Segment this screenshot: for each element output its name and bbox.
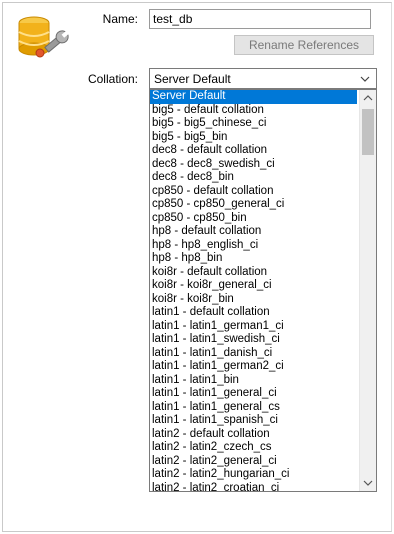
scrollbar-thumb[interactable] bbox=[362, 109, 374, 155]
collation-option[interactable]: latin2 - latin2_czech_cs bbox=[150, 441, 357, 455]
collation-option[interactable]: big5 - default collation bbox=[150, 104, 357, 118]
chevron-up-icon[interactable] bbox=[363, 94, 373, 102]
collation-option[interactable]: latin1 - latin1_general_cs bbox=[150, 401, 357, 415]
collation-option[interactable]: dec8 - dec8_bin bbox=[150, 171, 357, 185]
name-label: Name: bbox=[102, 12, 138, 26]
collation-option[interactable]: dec8 - dec8_swedish_ci bbox=[150, 158, 357, 172]
collation-option[interactable]: latin2 - latin2_croatian_ci bbox=[150, 482, 357, 492]
collation-option[interactable]: koi8r - default collation bbox=[150, 266, 357, 280]
rename-references-button[interactable]: Rename References bbox=[234, 35, 374, 55]
collation-option[interactable]: latin1 - default collation bbox=[150, 306, 357, 320]
collation-option[interactable]: latin1 - latin1_swedish_ci bbox=[150, 333, 357, 347]
collation-dropdown-list[interactable]: Server Default big5 - default collation bi… bbox=[149, 89, 377, 492]
collation-option[interactable]: latin1 - latin1_general_ci bbox=[150, 387, 357, 401]
collation-label: Collation: bbox=[87, 72, 138, 86]
collation-option[interactable]: cp850 - cp850_general_ci bbox=[150, 198, 357, 212]
collation-options: Server Default big5 - default collation bi… bbox=[150, 90, 357, 492]
collation-option[interactable]: koi8r - koi8r_bin bbox=[150, 293, 357, 307]
dropdown-scrollbar[interactable] bbox=[359, 90, 376, 491]
collation-option[interactable]: cp850 - cp850_bin bbox=[150, 212, 357, 226]
collation-select[interactable]: Server Default bbox=[149, 68, 377, 89]
collation-option[interactable]: latin2 - latin2_hungarian_ci bbox=[150, 468, 357, 482]
collation-option[interactable]: latin1 - latin1_german2_ci bbox=[150, 360, 357, 374]
collation-option[interactable]: latin1 - latin1_spanish_ci bbox=[150, 414, 357, 428]
collation-option[interactable]: hp8 - hp8_bin bbox=[150, 252, 357, 266]
chevron-down-icon[interactable] bbox=[363, 479, 373, 487]
collation-option[interactable]: latin2 - default collation bbox=[150, 428, 357, 442]
collation-option[interactable]: dec8 - default collation bbox=[150, 144, 357, 158]
collation-option[interactable]: hp8 - default collation bbox=[150, 225, 357, 239]
name-input[interactable]: test_db bbox=[149, 9, 371, 29]
database-settings-icon bbox=[18, 16, 69, 58]
collation-select-value: Server Default bbox=[154, 72, 231, 86]
collation-option[interactable]: latin1 - latin1_german1_ci bbox=[150, 320, 357, 334]
collation-option[interactable]: latin1 - latin1_danish_ci bbox=[150, 347, 357, 361]
chevron-down-icon[interactable] bbox=[360, 75, 370, 83]
collation-option[interactable]: koi8r - koi8r_general_ci bbox=[150, 279, 357, 293]
collation-option[interactable]: latin2 - latin2_general_ci bbox=[150, 455, 357, 469]
collation-option[interactable]: Server Default bbox=[150, 90, 357, 104]
collation-option[interactable]: big5 - big5_chinese_ci bbox=[150, 117, 357, 131]
collation-option[interactable]: latin1 - latin1_bin bbox=[150, 374, 357, 388]
collation-option[interactable]: big5 - big5_bin bbox=[150, 131, 357, 145]
collation-option[interactable]: cp850 - default collation bbox=[150, 185, 357, 199]
collation-option[interactable]: hp8 - hp8_english_ci bbox=[150, 239, 357, 253]
